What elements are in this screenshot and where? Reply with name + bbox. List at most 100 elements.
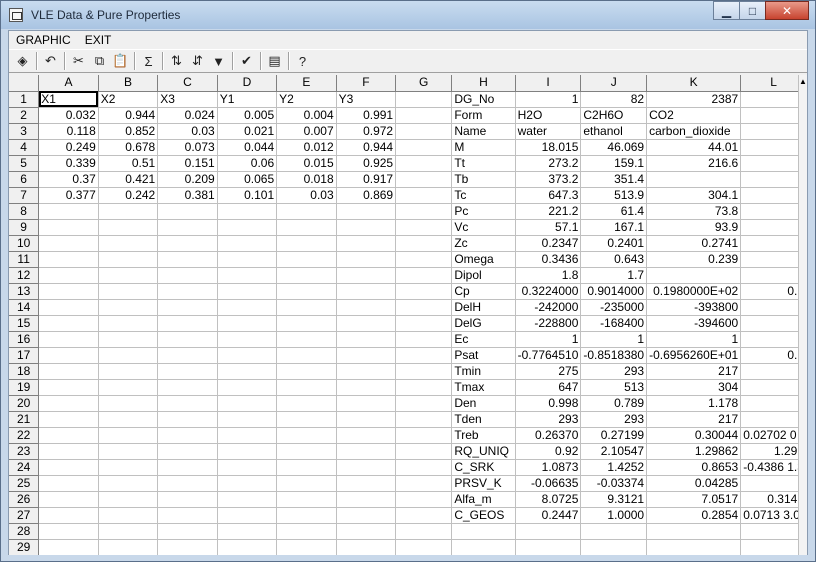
- grid-cell[interactable]: [276, 331, 337, 348]
- grid-cell[interactable]: [740, 475, 807, 492]
- grid-cell[interactable]: 0.27199: [580, 427, 648, 444]
- grid-cell[interactable]: [395, 283, 453, 300]
- column-header-e[interactable]: E: [276, 75, 337, 92]
- grid-cell[interactable]: [157, 363, 218, 380]
- grid-cell[interactable]: [98, 331, 159, 348]
- grid-cell[interactable]: 9.3121: [580, 491, 648, 508]
- grid-cell[interactable]: 0.944: [336, 139, 397, 156]
- grid-cell[interactable]: [740, 91, 807, 108]
- grid-cell[interactable]: water: [515, 123, 582, 140]
- grid-cell[interactable]: -168400: [580, 315, 648, 332]
- grid-cell[interactable]: [157, 459, 218, 476]
- grid-cell[interactable]: [395, 491, 453, 508]
- grid-cell[interactable]: [98, 539, 159, 555]
- grid-cell[interactable]: [336, 347, 397, 364]
- row-header[interactable]: 17: [9, 347, 40, 364]
- properties-button[interactable]: ▤: [264, 51, 285, 71]
- grid-cell[interactable]: 0.0713 3.0: [740, 507, 807, 524]
- grid-cell[interactable]: 0.869: [336, 187, 397, 204]
- grid-cell[interactable]: Tmax: [451, 379, 516, 396]
- grid-cell[interactable]: [157, 523, 218, 540]
- grid-cell[interactable]: 2.10547: [580, 443, 648, 460]
- grid-cell[interactable]: -0.8518380: [580, 347, 648, 364]
- grid-cell[interactable]: [98, 267, 159, 284]
- grid-cell[interactable]: CO2: [646, 107, 742, 124]
- grid-cell[interactable]: 0.37: [38, 171, 99, 188]
- grid-cell[interactable]: 0.007: [276, 123, 337, 140]
- row-header[interactable]: 20: [9, 395, 40, 412]
- grid-cell[interactable]: [157, 315, 218, 332]
- grid-cell[interactable]: -394600: [646, 315, 742, 332]
- grid-cell[interactable]: [276, 299, 337, 316]
- grid-cell[interactable]: 0.8653: [646, 459, 742, 476]
- grid-cell[interactable]: [217, 539, 278, 555]
- grid-cell[interactable]: 0.06: [217, 155, 278, 172]
- grid-cell[interactable]: [740, 315, 807, 332]
- grid-cell[interactable]: Cp: [451, 283, 516, 300]
- grid-cell[interactable]: [740, 331, 807, 348]
- grid-cell[interactable]: [395, 411, 453, 428]
- grid-cell[interactable]: Tb: [451, 171, 516, 188]
- grid-cell[interactable]: [395, 219, 453, 236]
- grid-cell[interactable]: [395, 155, 453, 172]
- grid-cell[interactable]: [98, 315, 159, 332]
- grid-cell[interactable]: [336, 507, 397, 524]
- grid-cell[interactable]: C_SRK: [451, 459, 516, 476]
- title-bar[interactable]: VLE Data & Pure Properties ▁ □ ✕: [1, 1, 815, 29]
- grid-cell[interactable]: 1.29862: [646, 443, 742, 460]
- grid-cell[interactable]: 0.30044: [646, 427, 742, 444]
- grid-cell[interactable]: DelG: [451, 315, 516, 332]
- sort-descending-button[interactable]: ⇵: [187, 51, 208, 71]
- grid-cell[interactable]: [38, 203, 99, 220]
- check-button[interactable]: ✔: [236, 51, 257, 71]
- grid-cell[interactable]: Omega: [451, 251, 516, 268]
- grid-cell[interactable]: Tc: [451, 187, 516, 204]
- grid-cell[interactable]: 0.239: [646, 251, 742, 268]
- grid-cell[interactable]: [157, 379, 218, 396]
- grid-cell[interactable]: [98, 459, 159, 476]
- grid-cell[interactable]: [217, 235, 278, 252]
- grid-cell[interactable]: 351.4: [580, 171, 648, 188]
- grid-cell[interactable]: 0.005: [217, 107, 278, 124]
- row-header[interactable]: 19: [9, 379, 40, 396]
- grid-cell[interactable]: [98, 283, 159, 300]
- grid-cell[interactable]: 0.381: [157, 187, 218, 204]
- grid-cell[interactable]: 0.972: [336, 123, 397, 140]
- grid-cell[interactable]: [646, 539, 742, 555]
- grid-cell[interactable]: [451, 523, 516, 540]
- row-header[interactable]: 18: [9, 363, 40, 380]
- grid-cell[interactable]: 1: [515, 91, 582, 108]
- grid-cell[interactable]: 0.377: [38, 187, 99, 204]
- grid-cell[interactable]: [38, 267, 99, 284]
- grid-cell[interactable]: 647.3: [515, 187, 582, 204]
- grid-cell[interactable]: -0.03374: [580, 475, 648, 492]
- grid-cell[interactable]: [157, 507, 218, 524]
- grid-cell[interactable]: [740, 219, 807, 236]
- chart-button[interactable]: ◈: [12, 51, 33, 71]
- menu-exit[interactable]: EXIT: [78, 33, 119, 47]
- undo-button[interactable]: ↶: [40, 51, 61, 71]
- grid-cell[interactable]: [157, 395, 218, 412]
- grid-cell[interactable]: [98, 299, 159, 316]
- grid-cell[interactable]: 304.1: [646, 187, 742, 204]
- row-header[interactable]: 28: [9, 523, 40, 540]
- grid-cell[interactable]: [740, 523, 807, 540]
- grid-cell[interactable]: [38, 235, 99, 252]
- grid-cell[interactable]: [217, 363, 278, 380]
- grid-cell[interactable]: [38, 427, 99, 444]
- grid-cell[interactable]: [740, 155, 807, 172]
- grid-cell[interactable]: [157, 347, 218, 364]
- grid-cell[interactable]: 0.7: [740, 283, 807, 300]
- grid-cell[interactable]: [98, 491, 159, 508]
- grid-cell[interactable]: X2: [98, 91, 159, 108]
- column-header-d[interactable]: D: [217, 75, 278, 92]
- grid-cell[interactable]: [740, 123, 807, 140]
- grid-cell[interactable]: [276, 523, 337, 540]
- grid-cell[interactable]: 0.012: [276, 139, 337, 156]
- grid-cell[interactable]: [336, 491, 397, 508]
- grid-cell[interactable]: PRSV_K: [451, 475, 516, 492]
- grid-cell[interactable]: 647: [515, 379, 582, 396]
- grid-cell[interactable]: [276, 251, 337, 268]
- grid-cell[interactable]: [276, 427, 337, 444]
- grid-cell[interactable]: [515, 523, 582, 540]
